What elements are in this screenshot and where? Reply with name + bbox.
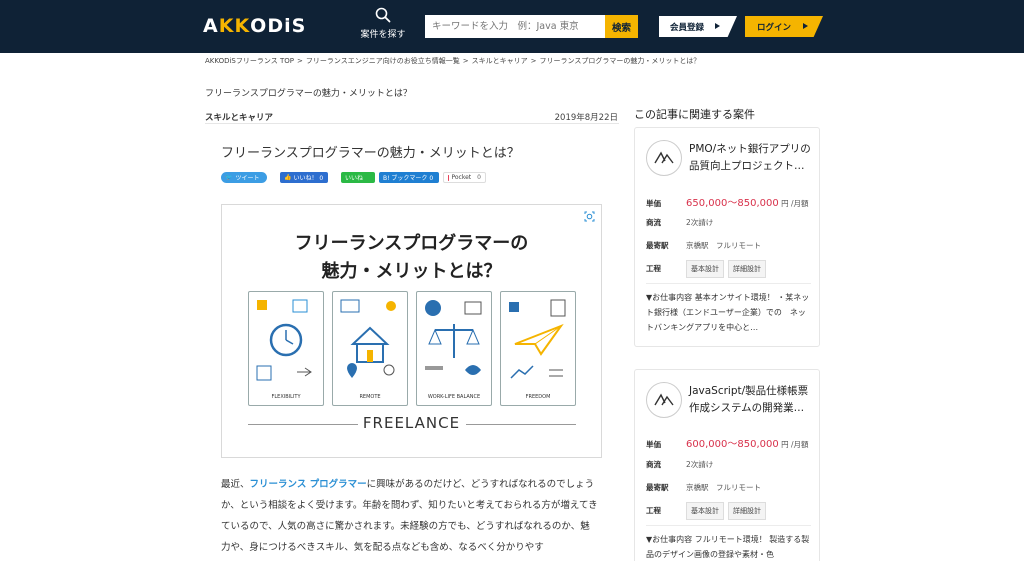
job-price-row: 単価 650,000～850,000 円 /月額	[646, 198, 809, 209]
breadcrumb-item-current: フリーランスプログラマーの魅力・メリットとは？	[539, 57, 701, 65]
article-category[interactable]: スキルとキャリア	[205, 111, 273, 123]
thumbs-up-icon: 👍	[284, 174, 292, 181]
breadcrumb: AKKODiSフリーランス TOP > フリーランスエンジニア向けのお役立ち情報一覧…	[205, 57, 701, 65]
freedom-panel: FREEDOM	[500, 291, 576, 406]
hero-title-line2: 魅力・メリットとは？	[321, 261, 502, 282]
job-station-row: 最寄駅 京橋駅 フルリモート	[646, 241, 761, 250]
line-button[interactable]: いいね	[341, 172, 375, 183]
arrow-right-icon	[715, 23, 720, 29]
job-station-row: 最寄駅 京橋駅 フルリモート	[646, 483, 761, 492]
article-title: フリーランスプログラマーの魅力・メリットとは？	[221, 146, 520, 161]
process-tag: 詳細設計	[728, 502, 766, 520]
job-business-row: 商流 2次請け	[646, 218, 714, 227]
hero-footer-text: FREELANCE	[362, 414, 461, 432]
job-card[interactable]: PMO/ネット銀行アプリの品質向上プロジェクト… 単価 650,000～850,0…	[634, 127, 820, 347]
article-divider	[205, 123, 619, 124]
panel-label-remote: REMOTE	[359, 394, 381, 400]
pocket-button[interactable]: Pocket 0	[443, 172, 486, 183]
panel-label-work-life-balance: WORK-LIFE BALANCE	[427, 394, 481, 400]
freelance-programmer-link[interactable]: フリーランス プログラマー	[250, 479, 367, 490]
job-title[interactable]: PMO/ネット銀行アプリの品質向上プロジェクト…	[689, 141, 811, 175]
facebook-like-button[interactable]: 👍 いいね！ 0	[280, 172, 328, 183]
job-price-row: 単価 600,000～850,000 円 /月額	[646, 439, 809, 450]
register-label: 会員登録	[670, 22, 705, 33]
keyword-search-input[interactable]	[425, 15, 605, 38]
job-description: ▼お仕事内容 基本オンサイト環境！ ・某ネット銀行様（エンドユーザー企業）での …	[646, 293, 810, 332]
job-card[interactable]: JavaScript/製品仕様帳票作成システムの開発業… 単価 600,000～8…	[634, 369, 820, 561]
flexibility-panel: FLEXIBILITY	[248, 291, 324, 406]
job-process-row: 工程 基本設計 詳細設計	[646, 260, 770, 278]
arrow-right-icon	[803, 23, 808, 29]
paper-plane-illustration-icon	[509, 299, 566, 379]
article-hero-image: フリーランスプログラマーの 魅力・メリットとは？ FLEXIBILITY REM…	[221, 204, 602, 458]
clock-illustration-icon	[256, 299, 312, 381]
job-title[interactable]: JavaScript/製品仕様帳票作成システムの開発業…	[689, 383, 811, 417]
search-jobs-link[interactable]: 案件を探す	[358, 7, 408, 40]
house-illustration-icon	[340, 299, 396, 378]
login-label: ログイン	[757, 22, 792, 33]
article-body: 最近、フリーランス プログラマーに興味があるのだけど、どうすればなれるのでしょう…	[221, 479, 598, 553]
work-life-balance-panel: WORK-LIFE BALANCE	[416, 291, 492, 406]
akkodis-logo[interactable]: A KK ODiS	[203, 15, 306, 37]
article-date: 2019年8月22日	[554, 113, 618, 123]
breadcrumb-item-tips[interactable]: フリーランスエンジニア向けのお役立ち情報一覧	[306, 57, 460, 65]
panel-label-flexibility: FLEXIBILITY	[271, 394, 301, 400]
job-process-row: 工程 基本設計 詳細設計	[646, 502, 770, 520]
search-button[interactable]: 検索	[605, 15, 638, 38]
pocket-icon	[448, 174, 450, 181]
register-button[interactable]: 会員登録	[659, 16, 737, 37]
breadcrumb-item-category[interactable]: スキルとキャリア	[472, 57, 528, 65]
related-jobs-title: この記事に関連する案件	[634, 108, 755, 121]
bird-icon: 🐦	[225, 174, 233, 181]
hatena-bookmark-button[interactable]: B! ブックマーク 0	[379, 172, 439, 183]
breadcrumb-item-top[interactable]: AKKODiSフリーランス TOP	[205, 57, 294, 65]
job-business-row: 商流 2次請け	[646, 460, 714, 469]
page-heading: フリーランスプログラマーの魅力・メリットとは？	[205, 89, 412, 99]
balance-scale-illustration-icon	[425, 300, 482, 375]
job-description: ▼お仕事内容 フルリモート環境！ 製造する製品のデザイン画像の登録や素材・色	[646, 535, 810, 559]
process-tag: 詳細設計	[728, 260, 766, 278]
site-header: AKKODiS 案件を探す 検索 会員登録 ログイン	[0, 0, 1024, 53]
login-button[interactable]: ログイン	[745, 16, 823, 37]
company-logo-icon	[646, 140, 682, 176]
remote-panel: REMOTE	[332, 291, 408, 406]
process-tag: 基本設計	[686, 502, 724, 520]
zoom-icon[interactable]	[584, 211, 595, 222]
panel-label-freedom: FREEDOM	[525, 394, 551, 400]
company-logo-icon	[646, 382, 682, 418]
hero-title-line1: フリーランスプログラマーの	[294, 233, 529, 254]
process-tag: 基本設計	[686, 260, 724, 278]
tweet-button[interactable]: 🐦 ツイート	[221, 172, 267, 183]
search-jobs-label: 案件を探す	[360, 30, 406, 40]
search-icon	[375, 7, 391, 23]
